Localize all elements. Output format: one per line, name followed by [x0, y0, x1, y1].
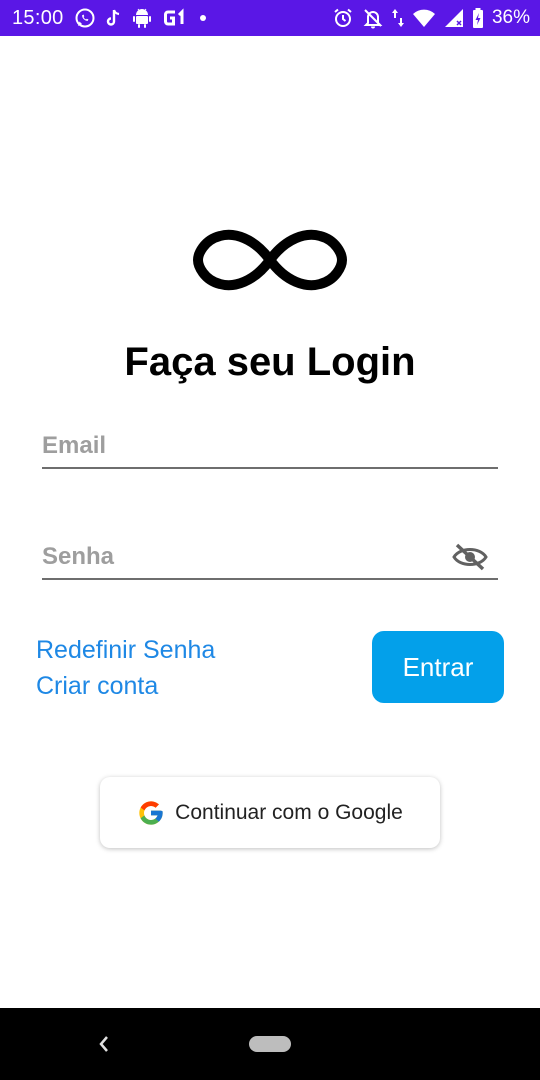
email-field-wrapper: [42, 425, 498, 469]
status-time: 15:00: [12, 6, 64, 29]
g1-icon: [162, 8, 188, 28]
navigation-bar: [0, 1008, 540, 1080]
password-field-wrapper: [42, 536, 498, 580]
battery-level: 36%: [491, 7, 530, 28]
google-icon: [137, 799, 165, 827]
wifi-icon: [412, 8, 436, 28]
status-bar: 15:00 36%: [0, 0, 540, 36]
infinity-icon: [192, 224, 348, 296]
data-arrows-icon: [391, 7, 404, 29]
eye-off-icon[interactable]: [452, 542, 488, 572]
back-chevron-icon[interactable]: [96, 1032, 112, 1056]
status-right: 36%: [332, 0, 530, 36]
create-account-link[interactable]: Criar conta: [36, 672, 158, 701]
enter-button[interactable]: Entrar: [372, 631, 504, 703]
tiktok-icon: [106, 8, 122, 28]
signal-icon: [444, 8, 464, 28]
password-input[interactable]: [42, 536, 498, 578]
whatsapp-icon: [74, 7, 96, 29]
reset-password-link[interactable]: Redefinir Senha: [36, 636, 215, 665]
notifications-off-icon: [362, 7, 384, 29]
google-button-label: Continuar com o Google: [175, 800, 403, 824]
android-icon: [132, 7, 152, 29]
status-left: 15:00: [12, 0, 208, 36]
home-pill-icon[interactable]: [249, 1036, 291, 1052]
email-input[interactable]: [42, 425, 498, 467]
battery-charging-icon: [472, 7, 484, 29]
google-signin-button[interactable]: Continuar com o Google: [100, 777, 440, 848]
alarm-icon: [332, 7, 354, 29]
dot-icon: [198, 13, 208, 23]
page-title: Faça seu Login: [124, 340, 416, 384]
